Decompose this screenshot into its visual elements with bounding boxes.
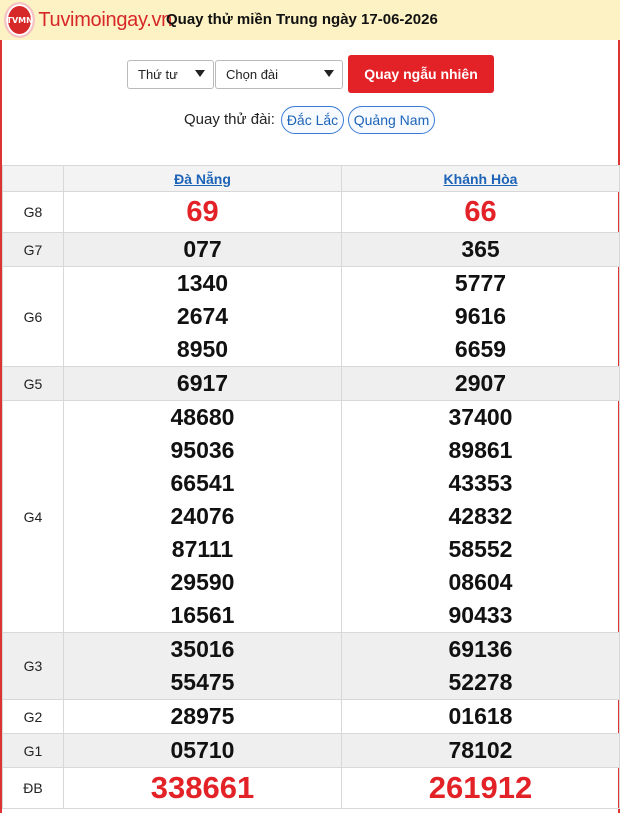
prize-number: 01618 bbox=[448, 703, 513, 729]
prize-cell: 338661 bbox=[63, 767, 342, 809]
prize-cell: 69136 52278 bbox=[341, 632, 620, 700]
prize-number: 5777 bbox=[454, 270, 507, 296]
prize-row: G5 6917 2907 bbox=[2, 366, 620, 401]
prize-number: 89861 bbox=[448, 437, 513, 463]
spin-controls: Thứ tư Chọn đài Quay ngẫu nhiên bbox=[0, 55, 620, 93]
prize-number: 365 bbox=[461, 236, 500, 262]
prize-number: 69136 bbox=[448, 636, 513, 662]
prize-cell: 35016 55475 bbox=[63, 632, 342, 700]
prize-number: 8950 bbox=[176, 336, 229, 362]
prize-number: 1340 bbox=[176, 270, 229, 296]
prize-cell: 1340 2674 8950 bbox=[63, 266, 342, 367]
results-body: G8 69 66 G7 077 365 G6 1340 2674 8950 5777 9616 6659… bbox=[2, 191, 620, 809]
prize-cell: 05710 bbox=[63, 733, 342, 768]
prize-number: 05710 bbox=[170, 737, 235, 763]
day-select[interactable]: Thứ tư bbox=[127, 60, 214, 89]
prize-number: 58552 bbox=[448, 536, 513, 562]
prize-row: G7 077 365 bbox=[2, 232, 620, 267]
prize-label: G1 bbox=[2, 733, 64, 768]
prize-cell: 66 bbox=[341, 191, 620, 233]
prize-number: 48680 bbox=[170, 404, 235, 430]
prize-number: 66541 bbox=[170, 470, 235, 496]
prize-number: 69 bbox=[186, 196, 219, 228]
day-select-value: Thứ tư bbox=[138, 67, 178, 82]
station-link[interactable]: Khánh Hòa bbox=[444, 171, 518, 187]
prize-row: G4 48680 95036 66541 24076 87111 29590 16561 374… bbox=[2, 400, 620, 633]
prize-label: G8 bbox=[2, 191, 64, 233]
prize-cell: 69 bbox=[63, 191, 342, 233]
prize-cell: 28975 bbox=[63, 699, 342, 734]
results-table: Đà Nẵng Khánh Hòa G8 69 66 G7 077 365 G6 1340 26… bbox=[2, 165, 620, 809]
logo-text: Tuvimoingay.vn bbox=[38, 8, 172, 31]
prize-cell: 78102 bbox=[341, 733, 620, 768]
prize-number: 24076 bbox=[170, 503, 235, 529]
prize-label: G6 bbox=[2, 266, 64, 367]
chevron-down-icon bbox=[195, 70, 205, 77]
prize-label: G7 bbox=[2, 232, 64, 267]
prize-number: 42832 bbox=[448, 503, 513, 529]
prize-cell: 37400 89861 43353 42832 58552 08604 90433 bbox=[341, 400, 620, 633]
prize-number: 2674 bbox=[176, 303, 229, 329]
prize-number: 9616 bbox=[454, 303, 507, 329]
prize-cell: 077 bbox=[63, 232, 342, 267]
chevron-down-icon bbox=[324, 70, 334, 77]
logo-badge-icon: TVMN bbox=[4, 2, 36, 38]
station-select[interactable]: Chọn đài bbox=[215, 60, 343, 89]
quick-spin-station-button[interactable]: Quảng Nam bbox=[348, 106, 435, 134]
prize-label: G5 bbox=[2, 366, 64, 401]
prize-label: G2 bbox=[2, 699, 64, 734]
prize-cell: 261912 bbox=[341, 767, 620, 809]
prize-number: 261912 bbox=[428, 770, 533, 805]
prize-number: 16561 bbox=[170, 602, 235, 628]
quick-spin-bar: Quay thử đài: Đắc Lắc Quảng Nam bbox=[0, 105, 620, 134]
prize-number: 52278 bbox=[448, 669, 513, 695]
logo-badge-text: TVMN bbox=[6, 15, 33, 25]
prize-cell: 365 bbox=[341, 232, 620, 267]
prize-label: ĐB bbox=[2, 767, 64, 809]
prize-cell: 5777 9616 6659 bbox=[341, 266, 620, 367]
prize-cell: 6917 bbox=[63, 366, 342, 401]
station-column-header: Đà Nẵng bbox=[63, 165, 342, 192]
prize-number: 28975 bbox=[170, 703, 235, 729]
prize-label: G3 bbox=[2, 632, 64, 700]
prize-number: 08604 bbox=[448, 569, 513, 595]
station-select-value: Chọn đài bbox=[226, 67, 279, 82]
prize-row: G3 35016 55475 69136 52278 bbox=[2, 632, 620, 700]
prize-row: G6 1340 2674 8950 5777 9616 6659 bbox=[2, 266, 620, 367]
prize-number: 55475 bbox=[170, 669, 235, 695]
prize-number: 35016 bbox=[170, 636, 235, 662]
prize-number: 90433 bbox=[448, 602, 513, 628]
site-logo[interactable]: TVMN Tuvimoingay.vn bbox=[4, 2, 172, 38]
quick-spin-station-button[interactable]: Đắc Lắc bbox=[281, 106, 344, 134]
prize-label: G4 bbox=[2, 400, 64, 633]
station-column-header: Khánh Hòa bbox=[341, 165, 620, 192]
page-title: Quay thử miền Trung ngày 17-06-2026 bbox=[166, 11, 438, 28]
prize-row: G8 69 66 bbox=[2, 191, 620, 233]
prize-row: G1 05710 78102 bbox=[2, 733, 620, 768]
prize-number: 95036 bbox=[170, 437, 235, 463]
prize-number: 338661 bbox=[150, 770, 255, 805]
prize-number: 66 bbox=[464, 196, 497, 228]
results-header-row: Đà Nẵng Khánh Hòa bbox=[2, 165, 620, 192]
prize-cell: 01618 bbox=[341, 699, 620, 734]
prize-row: G2 28975 01618 bbox=[2, 699, 620, 734]
station-link[interactable]: Đà Nẵng bbox=[174, 171, 231, 187]
quick-spin-label: Quay thử đài: bbox=[184, 111, 275, 128]
prize-number: 87111 bbox=[171, 536, 234, 562]
prize-cell: 48680 95036 66541 24076 87111 29590 16561 bbox=[63, 400, 342, 633]
prize-number: 29590 bbox=[170, 569, 235, 595]
prize-number: 077 bbox=[183, 236, 222, 262]
prize-cell: 2907 bbox=[341, 366, 620, 401]
random-spin-button[interactable]: Quay ngẫu nhiên bbox=[348, 55, 494, 93]
prize-number: 78102 bbox=[448, 737, 513, 763]
prize-number: 37400 bbox=[448, 404, 513, 430]
prize-column-header bbox=[2, 165, 64, 192]
prize-number: 43353 bbox=[448, 470, 513, 496]
top-bar: TVMN Tuvimoingay.vn Quay thử miền Trung … bbox=[0, 0, 620, 40]
prize-number: 6659 bbox=[454, 336, 507, 362]
prize-number: 2907 bbox=[454, 370, 507, 396]
prize-row: ĐB 338661 261912 bbox=[2, 767, 620, 809]
prize-number: 6917 bbox=[176, 370, 229, 396]
